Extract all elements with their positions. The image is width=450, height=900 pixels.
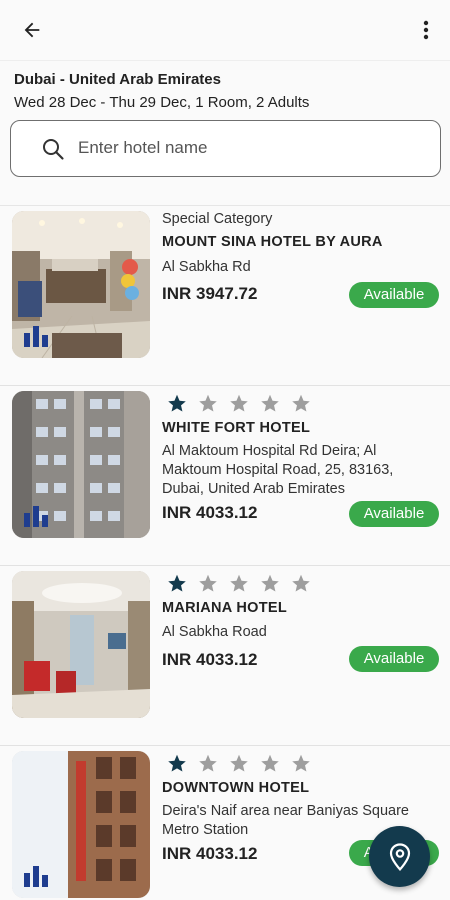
search-icon [43,139,64,160]
hotel-photo [12,751,150,898]
star-filled-icon [168,394,186,412]
hotel-photo [12,571,150,718]
star-empty-icon [292,394,310,412]
brand-logo-icon [24,506,48,527]
hotel-card[interactable]: MARIANA HOTEL Al Sabkha Road INR 4033.12… [0,566,450,746]
hotel-list: Special Category MOUNT SINA HOTEL BY AUR… [0,206,450,900]
arrow-left-icon [24,22,40,38]
star-empty-icon [230,574,248,592]
stay-details-label: Wed 28 Dec - Thu 29 Dec, 1 Room, 2 Adult… [14,94,310,111]
hotel-name: MARIANA HOTEL [162,600,287,616]
star-empty-icon [199,754,217,772]
hotel-price: INR 4033.12 [162,650,258,669]
hotel-address: Al Sabkha Rd [162,259,251,275]
availability-badge: Available [349,646,439,672]
hotel-price: INR 4033.12 [162,844,258,863]
star-empty-icon [230,754,248,772]
hotel-category: Special Category [162,211,273,227]
hotel-photo [12,391,150,538]
map-pin-icon [389,842,410,871]
hotel-address: Al Sabkha Road [162,624,267,640]
star-rating [166,393,312,414]
star-empty-icon [292,754,310,772]
availability-badge: Available [349,282,439,308]
star-empty-icon [261,394,279,412]
destination-label: Dubai - United Arab Emirates [14,71,221,88]
star-rating [166,573,312,594]
search-summary-header: Dubai - United Arab Emirates Wed 28 Dec … [0,60,450,206]
more-vert-icon [423,20,429,40]
star-empty-icon [292,574,310,592]
star-filled-icon [168,574,186,592]
hotel-price: INR 3947.72 [162,284,258,303]
brand-logo-icon [24,326,48,347]
hotel-address: Al Maktoum Hospital Rd Deira; Al Maktoum… [162,443,394,497]
map-view-button[interactable] [369,826,430,887]
star-empty-icon [230,394,248,412]
hotel-photo [12,211,150,358]
brand-logo-icon [24,866,48,887]
back-button[interactable] [14,12,50,48]
hotel-price: INR 4033.12 [162,503,258,522]
hotel-name: DOWNTOWN HOTEL [162,780,310,796]
star-empty-icon [199,394,217,412]
more-options-button[interactable] [414,12,438,48]
hotel-name: MOUNT SINA HOTEL BY AURA [162,234,383,250]
hotel-card[interactable]: WHITE FORT HOTEL Al Maktoum Hospital Rd … [0,386,450,566]
star-empty-icon [199,574,217,592]
hotel-name: WHITE FORT HOTEL [162,420,311,436]
star-empty-icon [261,574,279,592]
availability-badge: Available [349,501,439,527]
star-empty-icon [261,754,279,772]
star-rating [166,753,312,774]
hotel-search-box[interactable] [10,120,441,177]
hotel-name-input[interactable] [78,133,418,163]
app-bar [0,0,450,60]
hotel-card[interactable]: Special Category MOUNT SINA HOTEL BY AUR… [0,206,450,386]
star-filled-icon [168,754,186,772]
